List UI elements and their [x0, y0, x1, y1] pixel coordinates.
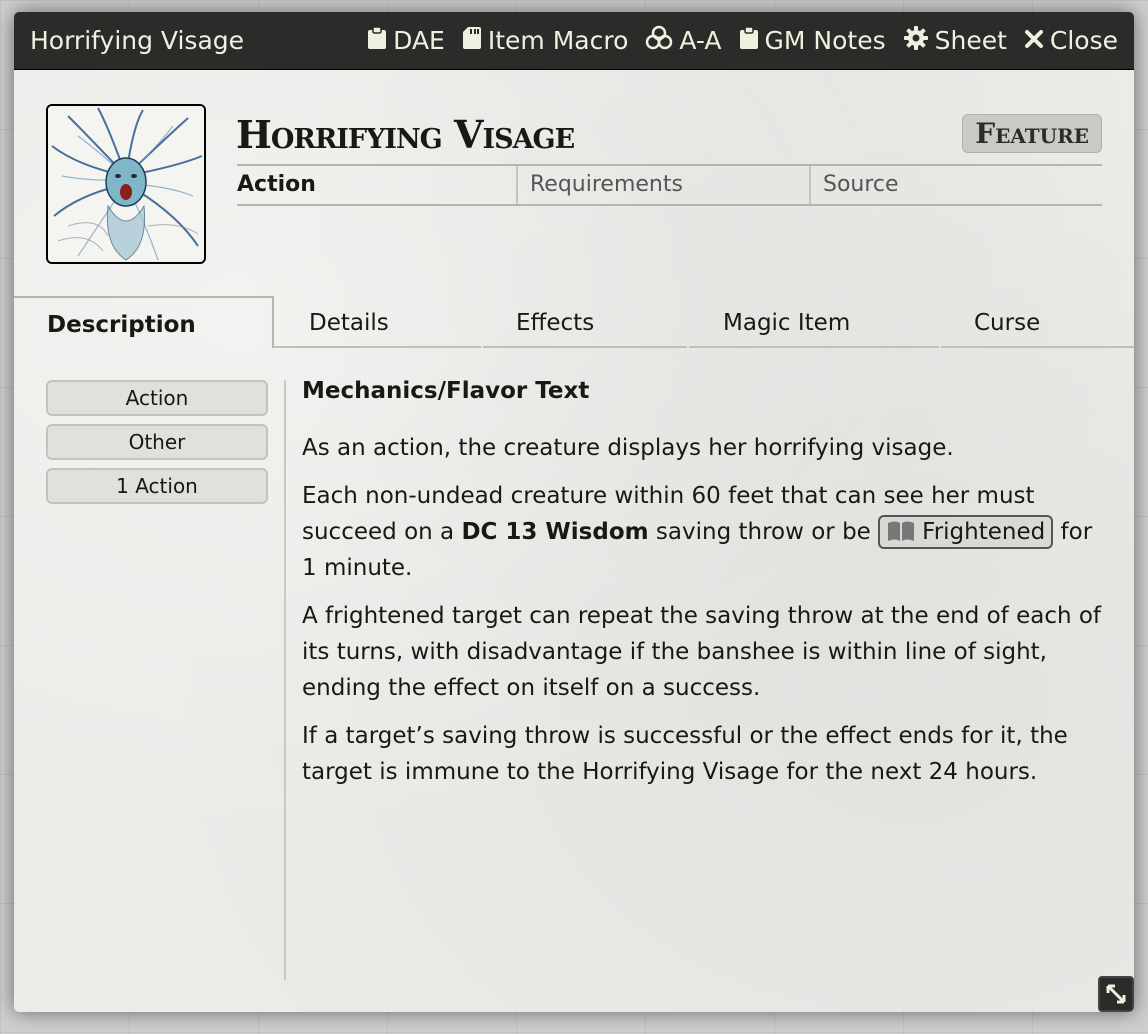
property-tag: 1 Action — [46, 468, 268, 504]
frightened-condition-link[interactable]: Frightened — [878, 515, 1054, 549]
clipboard-icon — [739, 25, 765, 56]
book-icon — [888, 521, 915, 541]
item-sheet-window: Horrifying Visage DAE Item Macro A-A GM … — [14, 12, 1134, 1012]
description-paragraph: As an action, the creature displays her … — [302, 435, 954, 461]
gm-notes-button[interactable]: GM Notes — [739, 25, 886, 56]
item-type-badge: Feature — [962, 114, 1102, 153]
description-heading: Mechanics/Flavor Text — [302, 378, 590, 404]
a-a-label: A-A — [679, 26, 722, 55]
close-label: Close — [1049, 26, 1118, 55]
resize-handle[interactable] — [1098, 976, 1134, 1012]
tab-curse[interactable]: Curse — [941, 296, 1134, 348]
biohazard-icon — [645, 25, 679, 57]
resize-arrow-icon — [1106, 984, 1126, 1004]
sidebar-divider — [284, 380, 286, 980]
close-button[interactable]: Close — [1024, 26, 1118, 55]
description-paragraph: A frightened target can repeat the savin… — [302, 603, 1102, 701]
property-tag: Action — [46, 380, 268, 416]
item-name[interactable]: Horrifying Visage — [236, 112, 575, 157]
sheet-tabs: Description Details Effects Magic Item C… — [14, 296, 1134, 348]
sheet-button[interactable]: Sheet — [903, 25, 1007, 57]
sd-card-icon — [462, 26, 488, 56]
banshee-portrait-icon — [48, 106, 204, 262]
description-paragraph: Each non-undead creature within 60 feet … — [302, 483, 1093, 581]
saving-throw-dc: DC 13 Wisdom — [461, 519, 649, 545]
item-summary: Action Requirements Source — [237, 164, 1102, 206]
gm-notes-label: GM Notes — [764, 26, 886, 55]
dae-label: DAE — [393, 26, 445, 55]
window-header[interactable]: Horrifying Visage DAE Item Macro A-A GM … — [14, 12, 1134, 70]
tab-details[interactable]: Details — [274, 296, 481, 348]
description-body[interactable]: Mechanics/Flavor Text As an action, the … — [302, 374, 1112, 802]
close-icon — [1024, 26, 1050, 55]
tab-effects[interactable]: Effects — [483, 296, 687, 348]
activation-type[interactable]: Action — [237, 166, 516, 204]
window-title: Horrifying Visage — [30, 26, 245, 55]
property-tag: Other — [46, 424, 268, 460]
dae-button[interactable]: DAE — [367, 25, 445, 56]
a-a-button[interactable]: A-A — [645, 25, 722, 57]
item-portrait[interactable] — [46, 104, 206, 264]
sheet-label: Sheet — [934, 26, 1007, 55]
gear-icon — [903, 25, 935, 57]
description-paragraph: If a target’s saving throw is successful… — [302, 723, 1068, 785]
source-field[interactable]: Source — [809, 166, 1102, 204]
requirements-field[interactable]: Requirements — [516, 166, 809, 204]
item-macro-label: Item Macro — [487, 26, 629, 55]
clipboard-icon — [367, 25, 393, 56]
item-macro-button[interactable]: Item Macro — [462, 26, 629, 56]
item-properties: Action Other 1 Action — [46, 380, 268, 512]
tab-magic-item[interactable]: Magic Item — [689, 296, 939, 348]
tab-description[interactable]: Description — [14, 296, 274, 348]
